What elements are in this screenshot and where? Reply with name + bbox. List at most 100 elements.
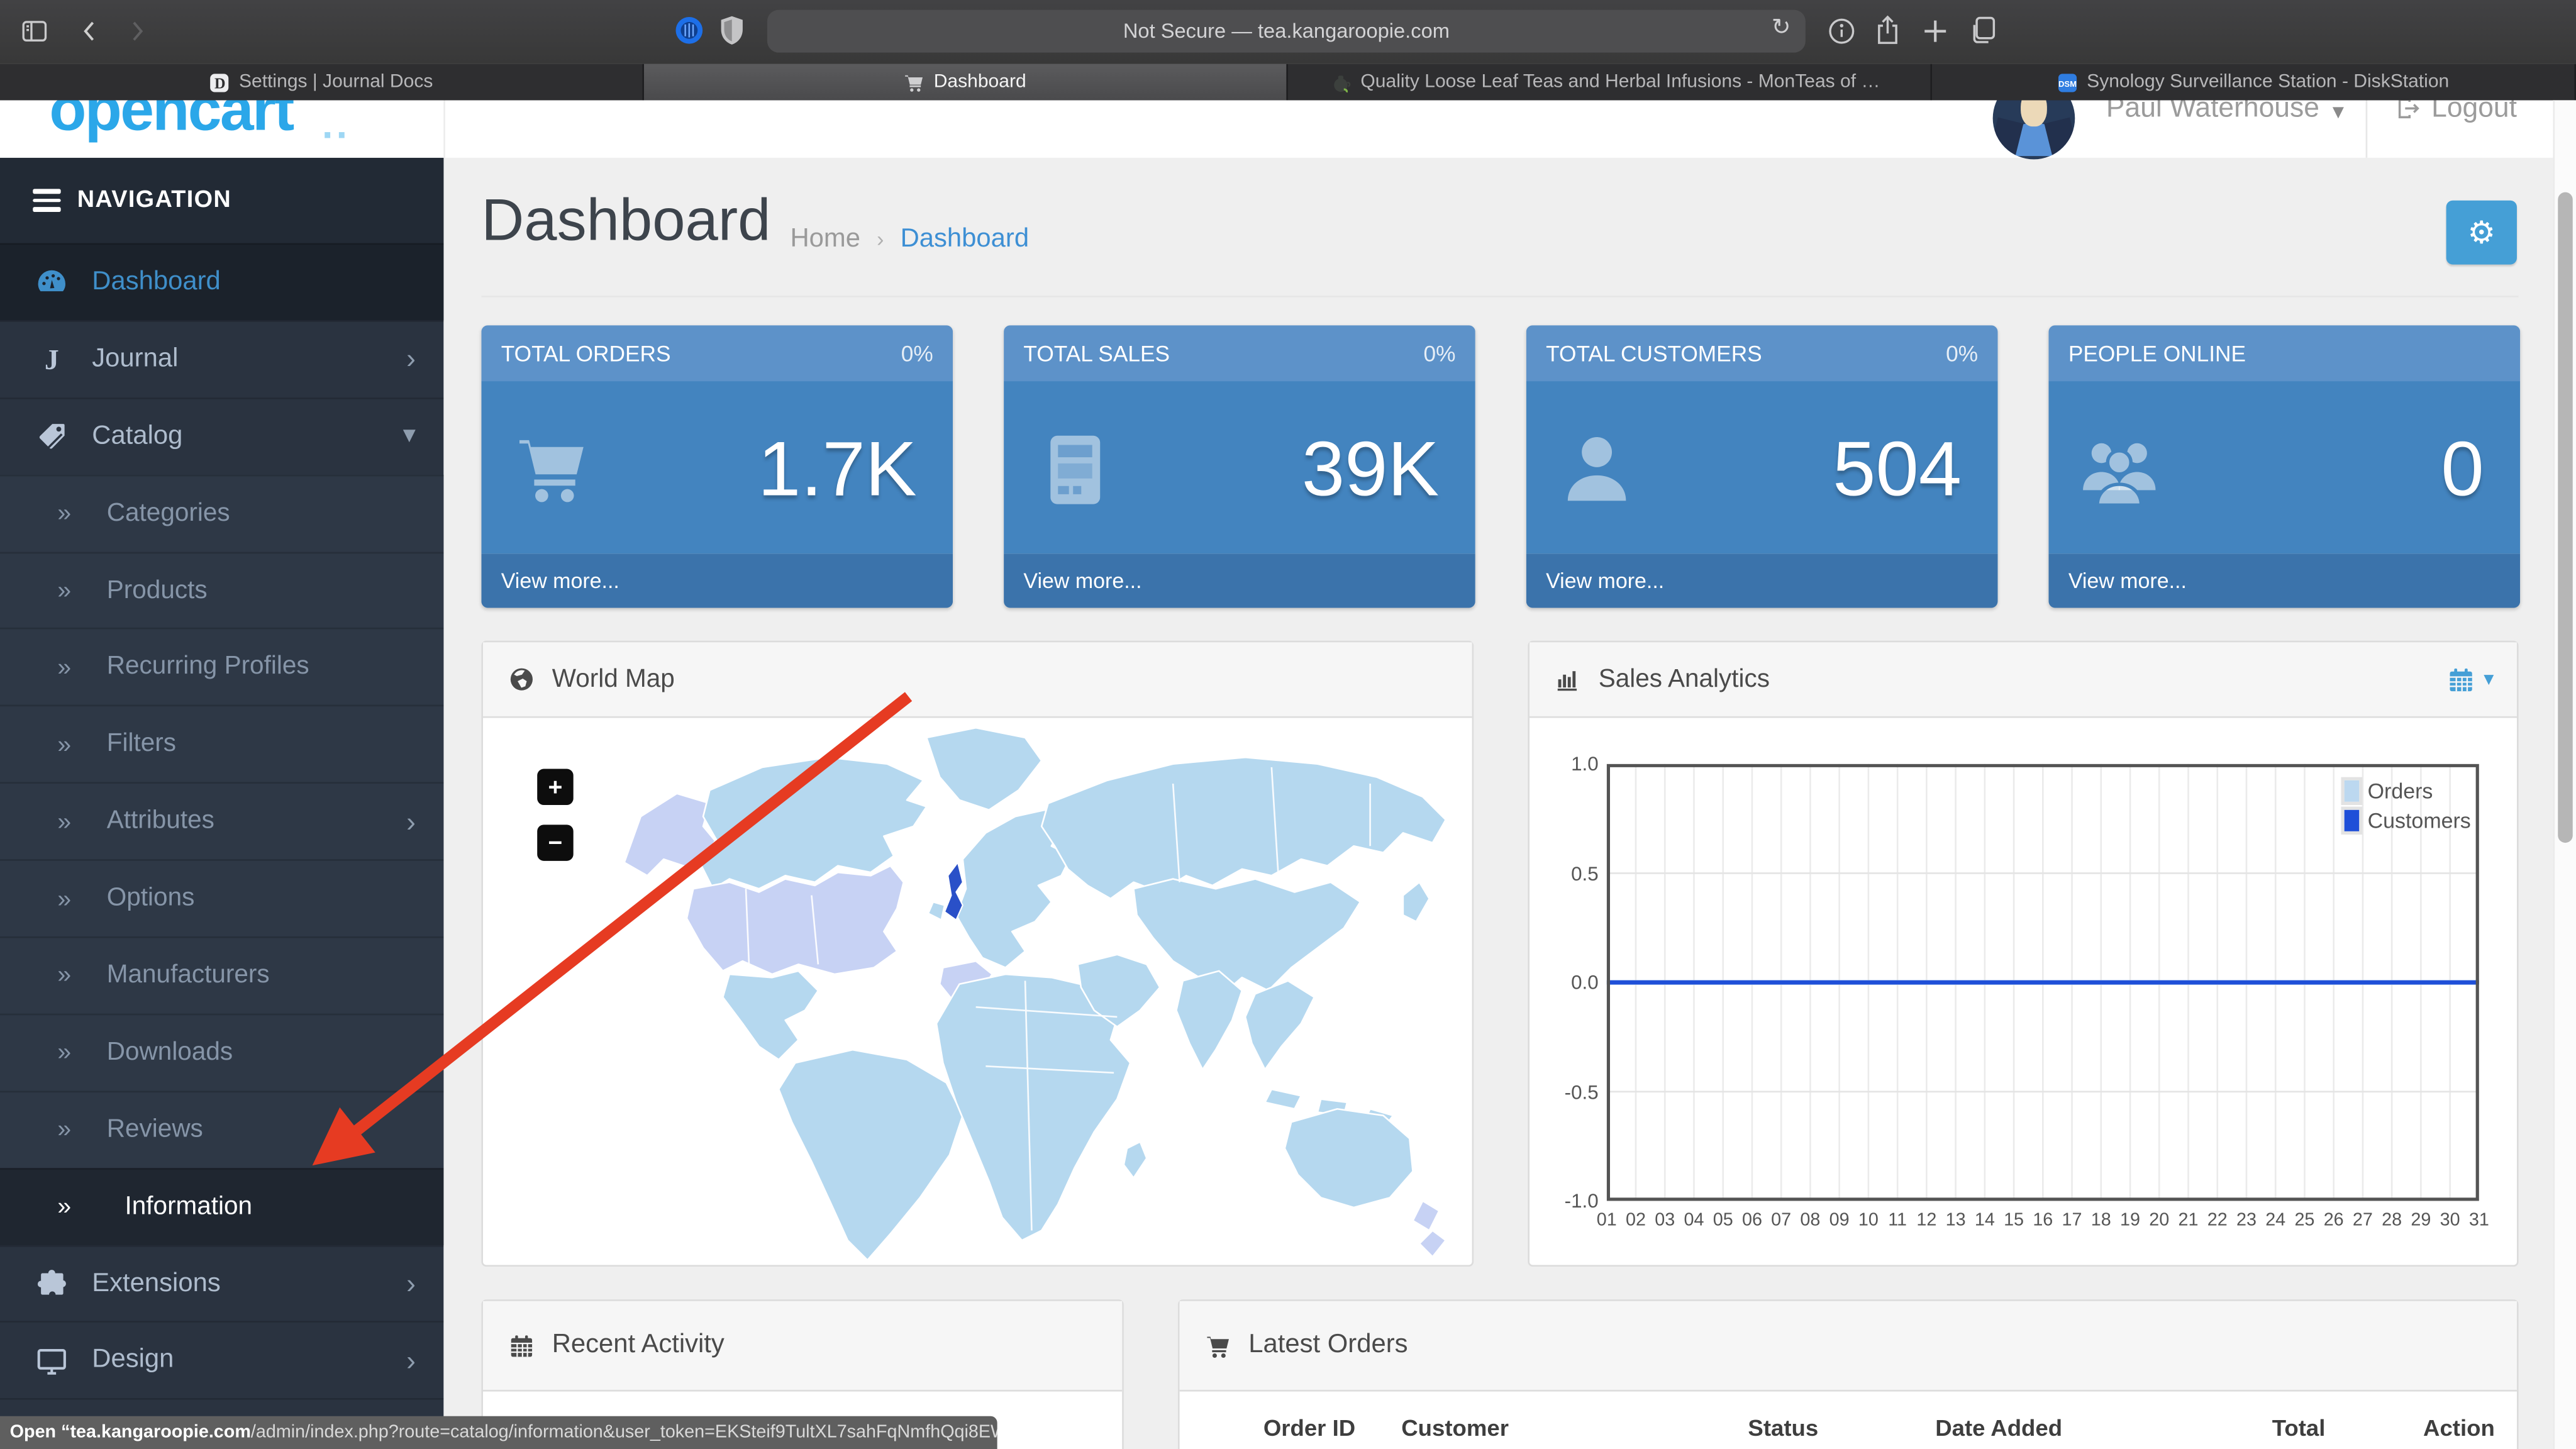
breadcrumb-home[interactable]: Home — [790, 225, 860, 253]
sidebar-item-catalog[interactable]: Catalog ▼ — [0, 397, 444, 474]
chart-range-dropdown[interactable]: ▼ — [2446, 665, 2494, 694]
sidebar-item-reviews[interactable]: » Reviews — [0, 1091, 444, 1168]
breadcrumb-current[interactable]: Dashboard — [901, 225, 1029, 253]
browser-tab-2[interactable]: Dashboard — [644, 64, 1288, 101]
screen: Not Secure — tea.kangaroopie.com ↻ D Sett… — [0, 0, 2576, 1449]
address-bar[interactable]: Not Secure — tea.kangaroopie.com ↻ — [767, 9, 1806, 53]
tab-title: Settings | Journal Docs — [239, 72, 433, 92]
view-more-label: View more... — [501, 568, 619, 594]
y-axis-tick: 0.5 — [1571, 862, 1599, 885]
browser-tab-4[interactable]: DSM Synology Surveillance Station - DiskS… — [1932, 64, 2576, 101]
sidebar-item-journal[interactable]: J Journal › — [0, 320, 444, 397]
x-axis-tick: 20 — [2149, 1211, 2170, 1231]
sidebar-item-downloads[interactable]: » Downloads — [0, 1013, 444, 1091]
extension-badge-icon[interactable] — [674, 15, 705, 47]
tile-view-more-link[interactable]: View more... — [2048, 553, 2521, 608]
status-bar-domain: Open “tea.kangaroopie.com — [9, 1423, 251, 1443]
x-axis-tick: 04 — [1684, 1211, 1704, 1231]
back-icon[interactable] — [75, 16, 105, 46]
users-icon — [2078, 426, 2160, 509]
x-axis-tick: 26 — [2323, 1211, 2344, 1231]
sidebar-item-attributes[interactable]: » Attributes › — [0, 782, 444, 860]
header-rule — [481, 296, 2519, 297]
tab-overview-icon[interactable] — [1968, 15, 1997, 47]
caret-down-icon: ▼ — [2332, 105, 2344, 122]
x-axis-tick: 06 — [1741, 1211, 1762, 1231]
tile-body: 0 — [2048, 381, 2521, 554]
tile-value: 39K — [1301, 423, 1440, 511]
status-bar-link-preview: Open “tea.kangaroopie.com/admin/index.ph… — [0, 1416, 997, 1449]
sidebar-item-design[interactable]: Design › — [0, 1321, 444, 1398]
sidebar-item-options[interactable]: » Options — [0, 859, 444, 937]
latest-orders-panel: Latest Orders Order ID Customer Status Date… — [1177, 1299, 2519, 1449]
map-zoom-in-button[interactable]: + — [537, 769, 574, 805]
monitor-icon — [35, 1344, 69, 1379]
calendar-icon — [508, 1331, 535, 1359]
reload-icon[interactable]: ↻ — [1772, 15, 1791, 42]
menu-icon[interactable] — [33, 189, 61, 212]
sidebar-item-label: Attributes — [106, 807, 214, 835]
sidebar-item-label: Design — [92, 1346, 174, 1374]
svg-text:J: J — [45, 344, 59, 376]
world-map[interactable]: + − — [483, 718, 1472, 1267]
page-title: Dashboard — [481, 186, 771, 253]
x-axis-tick: 27 — [2352, 1211, 2373, 1231]
tab-title: Dashboard — [933, 72, 1026, 92]
map-zoom-out-button[interactable]: − — [537, 824, 574, 861]
forward-icon[interactable] — [121, 16, 151, 46]
tile-view-more-link[interactable]: View more... — [1526, 553, 1998, 608]
sidebar-toggle-icon[interactable] — [19, 16, 49, 46]
double-chevron-icon: » — [57, 576, 72, 605]
x-axis-tick: 21 — [2178, 1211, 2199, 1231]
sidebar-item-products[interactable]: » Products — [0, 551, 444, 629]
sidebar-nav-header: NAVIGATION — [0, 157, 444, 243]
sidebar-item-filters[interactable]: » Filters — [0, 705, 444, 783]
x-axis-tick: 28 — [2382, 1211, 2402, 1231]
x-axis-tick: 12 — [1916, 1211, 1937, 1231]
scrollbar-thumb[interactable] — [2558, 192, 2573, 843]
browser-tab-1[interactable]: D Settings | Journal Docs — [0, 64, 644, 101]
chevron-right-icon: › — [406, 806, 416, 838]
sidebar-item-categories[interactable]: » Categories — [0, 474, 444, 552]
breadcrumb-separator: › — [877, 226, 884, 252]
new-tab-icon[interactable] — [1922, 18, 1948, 45]
tile-view-more-link[interactable]: View more... — [1004, 553, 1475, 608]
journal-icon: J — [35, 342, 69, 377]
chevron-down-icon: ▼ — [402, 426, 416, 445]
sidebar: NAVIGATION Dashboard J Journal › Catalog ▼ » Ca… — [0, 157, 444, 1449]
x-axis-tick: 30 — [2440, 1211, 2460, 1231]
x-axis-tick: 22 — [2207, 1211, 2228, 1231]
svg-text:D: D — [215, 74, 226, 91]
sidebar-item-manufacturers[interactable]: » Manufacturers — [0, 936, 444, 1014]
sidebar-item-label: Dashboard — [92, 267, 221, 296]
tile-total-orders: TOTAL ORDERS 0% 1.7K View more... — [481, 325, 953, 608]
browser-tab-3[interactable]: Quality Loose Leaf Teas and Herbal Infus… — [1288, 64, 1932, 101]
x-axis-tick: 31 — [2468, 1211, 2489, 1231]
sidebar-item-information[interactable]: » Information — [0, 1167, 444, 1245]
tag-icon — [35, 419, 69, 454]
x-axis-tick: 23 — [2236, 1211, 2257, 1231]
sidebar-item-label: Manufacturers — [106, 961, 270, 989]
browser-toolbar: Not Secure — tea.kangaroopie.com ↻ — [0, 0, 2576, 64]
bar-chart-icon — [1554, 665, 1582, 693]
double-chevron-icon: » — [57, 884, 72, 913]
status-bar-path: /admin/index.php?route=catalog/informati… — [250, 1423, 997, 1443]
sidebar-item-dashboard[interactable]: Dashboard — [0, 243, 444, 321]
sidebar-item-recurring-profiles[interactable]: » Recurring Profiles — [0, 628, 444, 706]
y-axis-tick: 1.0 — [1571, 752, 1599, 775]
double-chevron-icon: » — [57, 1192, 72, 1221]
tile-header: TOTAL CUSTOMERS 0% — [1526, 325, 1998, 382]
scrollbar-track[interactable] — [2553, 100, 2576, 1449]
tile-view-more-link[interactable]: View more... — [481, 553, 953, 608]
shield-icon[interactable] — [719, 15, 744, 47]
sidebar-item-label: Catalog — [92, 421, 183, 450]
tab-title: Quality Loose Leaf Teas and Herbal Infus… — [1360, 72, 1887, 92]
tile-title: TOTAL SALES — [1023, 341, 1170, 366]
x-axis-tick: 13 — [1945, 1211, 1966, 1231]
info-icon[interactable] — [1828, 18, 1855, 45]
legend-swatch — [2341, 806, 2363, 835]
settings-gear-button[interactable]: ⚙ — [2446, 200, 2517, 265]
share-icon[interactable] — [1875, 15, 1901, 47]
sidebar-item-extensions[interactable]: Extensions › — [0, 1244, 444, 1321]
app-header: opencart .. Paul Waterhouse ▼ Logout — [0, 77, 2576, 160]
